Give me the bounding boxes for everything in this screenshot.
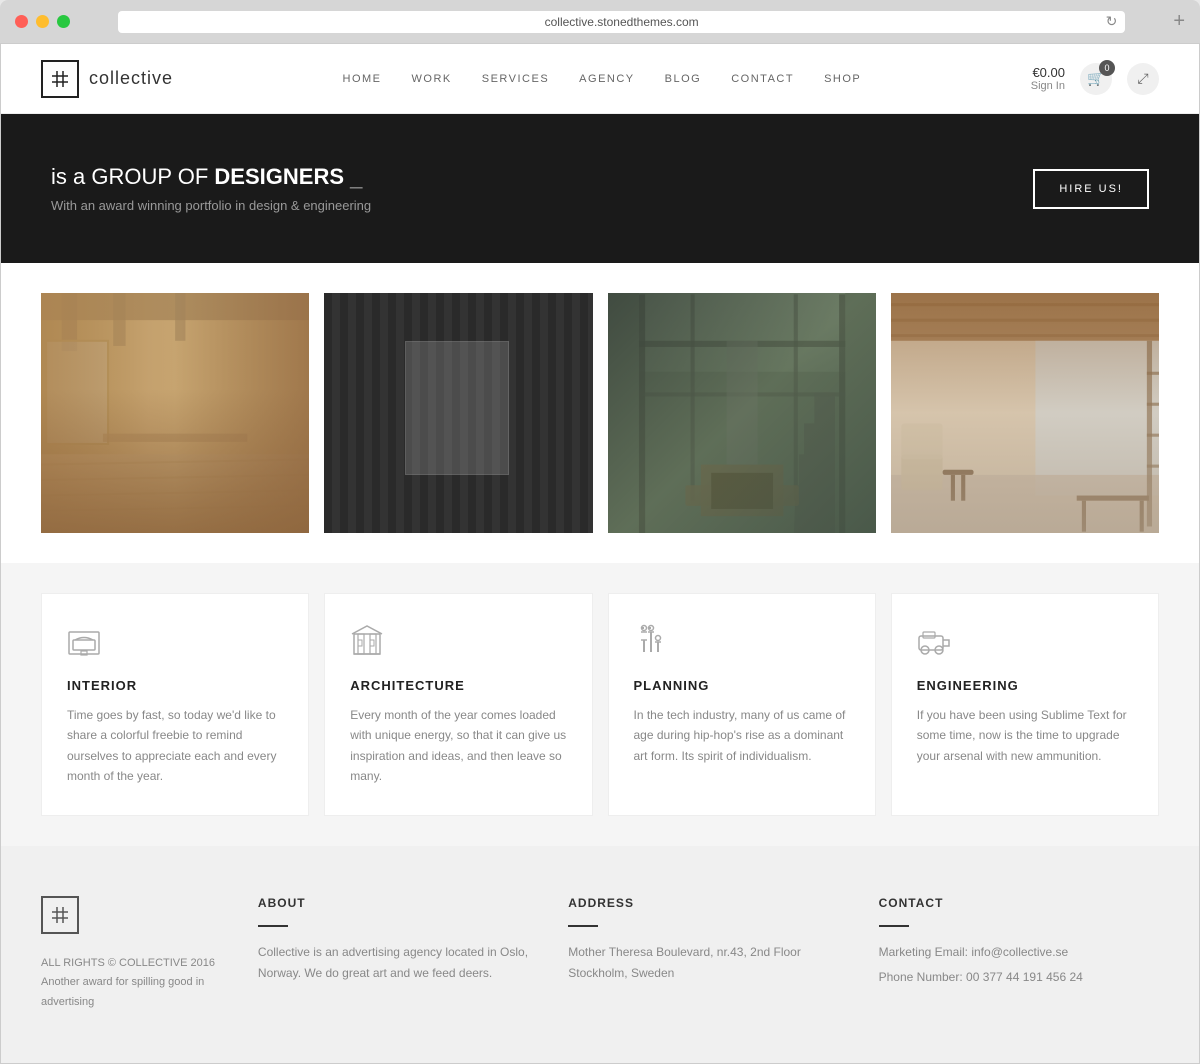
footer-phone-label: Phone Number: <box>879 970 963 984</box>
footer-contact-email: Marketing Email: info@collective.se <box>879 942 1159 964</box>
service-card-architecture: ARCHITECTURE Every month of the year com… <box>324 593 592 816</box>
architecture-icon <box>350 622 566 663</box>
header-price: €0.00 Sign In <box>1031 65 1065 92</box>
footer-logo-col: ALL RIGHTS © COLLECTIVE 2016 Another awa… <box>41 896 228 1013</box>
service-desc-architecture: Every month of the year comes loaded wit… <box>350 705 566 787</box>
hero-text: is a GROUP OF DESIGNERS _ With an award … <box>51 164 371 213</box>
nav-home[interactable]: HOME <box>343 73 382 85</box>
refresh-icon[interactable]: ↻ <box>1106 13 1118 30</box>
logo-symbol <box>50 69 70 89</box>
browser-minimize-dot[interactable] <box>36 15 49 28</box>
header-right: €0.00 Sign In 🛒 0 ⤢ <box>1031 63 1159 95</box>
portfolio-image-1 <box>41 293 309 533</box>
service-title-interior: INTERIOR <box>67 678 283 693</box>
logo-text: collective <box>89 68 173 89</box>
footer-email-value[interactable]: info@collective.se <box>971 945 1068 959</box>
portfolio-section <box>1 263 1199 563</box>
footer-copyright-line2: Another award for spilling good in adver… <box>41 973 228 1013</box>
portfolio-grid <box>41 293 1159 533</box>
site-wrapper: collective HOME WORK SERVICES AGENCY BLO… <box>0 43 1200 1064</box>
portfolio-image-4 <box>891 293 1159 533</box>
footer-about-line <box>258 925 288 927</box>
service-card-interior: INTERIOR Time goes by fast, so today we'… <box>41 593 309 816</box>
portfolio-image-2 <box>324 293 592 533</box>
service-title-engineering: ENGINEERING <box>917 678 1133 693</box>
nav-blog[interactable]: BLOG <box>665 73 702 85</box>
browser-address-bar[interactable]: collective.stonedthemes.com ↻ <box>118 11 1125 33</box>
footer-address-col: ADDRESS Mother Theresa Boulevard, nr.43,… <box>568 896 848 1013</box>
nav-contact[interactable]: CONTACT <box>731 73 794 85</box>
services-section: INTERIOR Time goes by fast, so today we'… <box>1 563 1199 846</box>
interior-icon <box>67 622 283 663</box>
browser-chrome: collective.stonedthemes.com ↻ + collecti… <box>0 0 1200 1064</box>
nav-services[interactable]: SERVICES <box>482 73 549 85</box>
nav-shop[interactable]: SHOP <box>824 73 861 85</box>
service-title-architecture: ARCHITECTURE <box>350 678 566 693</box>
footer-contact-title: CONTACT <box>879 896 1159 910</box>
portfolio-item-3[interactable] <box>608 293 876 533</box>
site-header: collective HOME WORK SERVICES AGENCY BLO… <box>1 44 1199 114</box>
site-footer: ALL RIGHTS © COLLECTIVE 2016 Another awa… <box>1 846 1199 1063</box>
hero-title: is a GROUP OF DESIGNERS _ <box>51 164 371 190</box>
footer-grid: ALL RIGHTS © COLLECTIVE 2016 Another awa… <box>41 896 1159 1013</box>
footer-email-label: Marketing Email: <box>879 945 968 959</box>
footer-address-title: ADDRESS <box>568 896 848 910</box>
hero-title-prefix: is a GROUP OF <box>51 164 208 189</box>
browser-maximize-dot[interactable] <box>57 15 70 28</box>
cart-button[interactable]: 🛒 0 <box>1080 63 1112 95</box>
nav-agency[interactable]: AGENCY <box>579 73 634 85</box>
new-tab-button[interactable]: + <box>1173 10 1185 33</box>
service-desc-interior: Time goes by fast, so today we'd like to… <box>67 705 283 787</box>
hero-subtitle: With an award winning portfolio in desig… <box>51 198 371 213</box>
share-icon: ⤢ <box>1137 70 1148 87</box>
footer-about-col: ABOUT Collective is an advertising agenc… <box>258 896 538 1013</box>
footer-contact-phone: Phone Number: 00 377 44 191 456 24 <box>879 967 1159 989</box>
cart-badge: 0 <box>1099 60 1115 76</box>
service-card-engineering: ENGINEERING If you have been using Subli… <box>891 593 1159 816</box>
portfolio-item-4[interactable] <box>891 293 1159 533</box>
hero-banner: is a GROUP OF DESIGNERS _ With an award … <box>1 114 1199 263</box>
footer-about-text: Collective is an advertising agency loca… <box>258 942 538 985</box>
engineering-icon <box>917 622 1133 663</box>
portfolio-item-2[interactable] <box>324 293 592 533</box>
service-card-planning: PLANNING In the tech industry, many of u… <box>608 593 876 816</box>
footer-address-line <box>568 925 598 927</box>
footer-logo <box>41 896 79 934</box>
service-desc-planning: In the tech industry, many of us came of… <box>634 705 850 766</box>
hero-cursor: _ <box>350 164 362 189</box>
hero-title-highlight: DESIGNERS <box>214 164 344 189</box>
url-text: collective.stonedthemes.com <box>545 15 699 29</box>
footer-address-text: Mother Theresa Boulevard, nr.43, 2nd Flo… <box>568 942 848 985</box>
footer-copyright-line1: ALL RIGHTS © COLLECTIVE 2016 <box>41 954 228 974</box>
portfolio-image-3 <box>608 293 876 533</box>
footer-phone-value: 00 377 44 191 456 24 <box>966 970 1083 984</box>
service-title-planning: PLANNING <box>634 678 850 693</box>
hire-us-button[interactable]: HIRE US! <box>1033 169 1149 209</box>
share-button[interactable]: ⤢ <box>1127 63 1159 95</box>
browser-close-dot[interactable] <box>15 15 28 28</box>
price-amount: €0.00 <box>1031 65 1065 80</box>
sign-in-link[interactable]: Sign In <box>1031 80 1065 92</box>
footer-copyright: ALL RIGHTS © COLLECTIVE 2016 Another awa… <box>41 954 228 1013</box>
portfolio-item-1[interactable] <box>41 293 309 533</box>
main-nav: HOME WORK SERVICES AGENCY BLOG CONTACT S… <box>343 73 862 85</box>
footer-contact-line <box>879 925 909 927</box>
logo-icon <box>41 60 79 98</box>
footer-contact-col: CONTACT Marketing Email: info@collective… <box>879 896 1159 1013</box>
footer-about-title: ABOUT <box>258 896 538 910</box>
logo[interactable]: collective <box>41 60 173 98</box>
service-desc-engineering: If you have been using Sublime Text for … <box>917 705 1133 766</box>
services-grid: INTERIOR Time goes by fast, so today we'… <box>41 593 1159 816</box>
nav-work[interactable]: WORK <box>412 73 452 85</box>
planning-icon <box>634 622 850 663</box>
